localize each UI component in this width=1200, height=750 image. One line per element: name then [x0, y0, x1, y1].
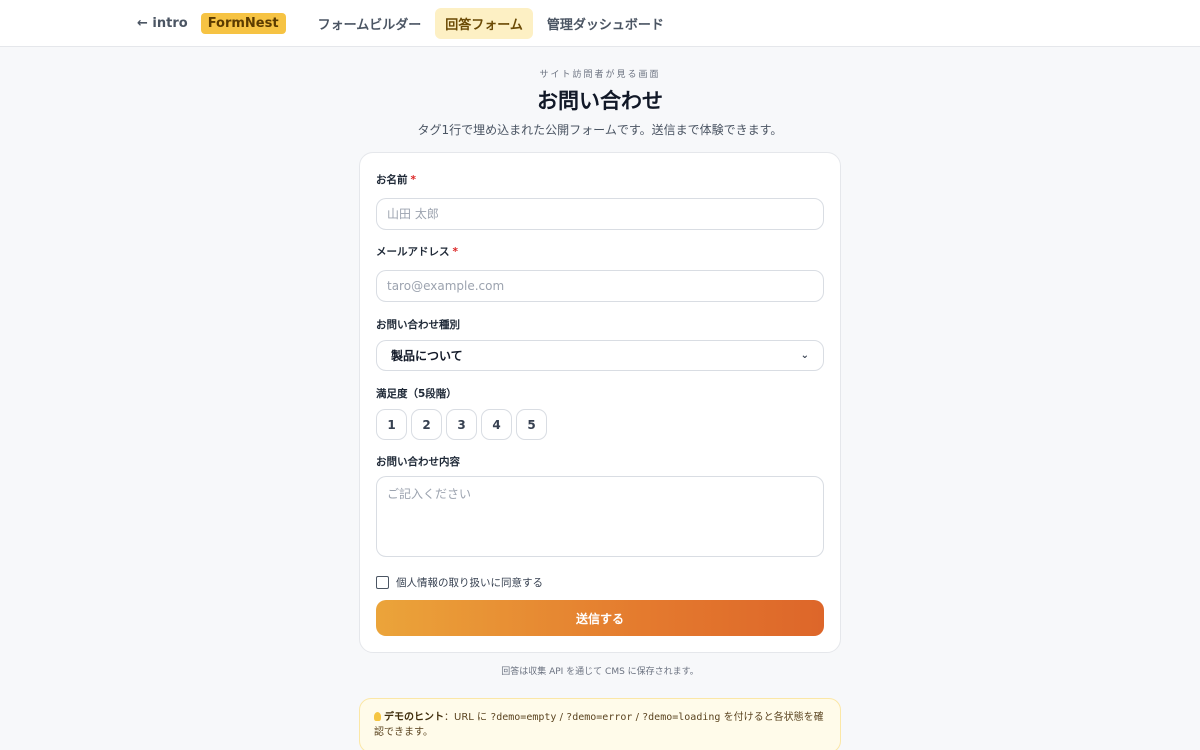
demo-hint-box: デモのヒント：URL に ?demo=empty / ?demo=error /… [359, 698, 841, 750]
chevron-down-icon: ⌄ [800, 350, 809, 361]
rating-button-3[interactable]: 3 [446, 409, 477, 440]
hint-text-before: ：URL に [444, 712, 491, 723]
name-label: お名前 * [376, 172, 824, 187]
required-mark: * [410, 174, 417, 186]
rating-button-4[interactable]: 4 [481, 409, 512, 440]
tab-response-form[interactable]: 回答フォーム [435, 7, 533, 39]
hint-param-loading: ?demo=loading [642, 712, 721, 723]
inquiry-type-selected: 製品について [391, 349, 463, 363]
page-title: お問い合わせ [537, 89, 663, 113]
tab-form-builder[interactable]: フォームビルダー [308, 8, 432, 39]
name-input[interactable] [376, 198, 824, 230]
top-nav: ← intro FormNest フォームビルダー 回答フォーム 管理ダッシュボ… [0, 0, 1200, 47]
brand-badge: FormNest [200, 12, 286, 34]
page-subtitle: タグ1行で埋め込まれた公開フォームです。送信まで体験できます。 [417, 123, 783, 137]
page-header: サイト訪問者が見る画面 お問い合わせ タグ1行で埋め込まれた公開フォームです。送… [0, 67, 1200, 138]
contact-form-card: お名前* メールアドレス* お問い合わせ種別 製品について ⌄ 満足度（5段階）… [359, 152, 841, 653]
consent-checkbox[interactable] [376, 576, 389, 589]
hint-param-error: ?demo=error [566, 712, 633, 723]
name-label-text: お名前 [376, 174, 408, 186]
rating-group: 1 2 3 4 5 [376, 409, 824, 440]
hint-separator: / [632, 712, 643, 723]
page-eyebrow: サイト訪問者が見る画面 [539, 70, 661, 80]
tab-admin-dashboard[interactable]: 管理ダッシュボード [537, 8, 674, 39]
submit-button[interactable]: 送信する [376, 600, 824, 636]
email-label: メールアドレス * [376, 244, 824, 259]
consent-row[interactable]: 個人情報の取り扱いに同意する [376, 575, 824, 590]
hint-title: デモのヒント [384, 712, 444, 723]
back-to-intro-link[interactable]: ← intro [137, 16, 188, 31]
email-input[interactable] [376, 270, 824, 302]
rating-button-2[interactable]: 2 [411, 409, 442, 440]
rating-button-1[interactable]: 1 [376, 409, 407, 440]
email-label-text: メールアドレス [376, 246, 450, 258]
rating-button-5[interactable]: 5 [516, 409, 547, 440]
inquiry-type-select[interactable]: 製品について ⌄ [376, 340, 824, 371]
inquiry-type-label: お問い合わせ種別 [376, 319, 460, 331]
rating-label: 満足度（5段階） [376, 388, 457, 400]
required-mark: * [452, 246, 459, 258]
hint-param-empty: ?demo=empty [490, 712, 557, 723]
message-label: お問い合わせ内容 [376, 456, 460, 468]
storage-footnote: 回答は収集 API を通じて CMS に保存されます。 [501, 667, 699, 677]
consent-label: 個人情報の取り扱いに同意する [396, 577, 543, 589]
message-textarea[interactable] [376, 476, 824, 557]
hint-separator: / [556, 712, 567, 723]
lightbulb-icon [374, 712, 381, 721]
